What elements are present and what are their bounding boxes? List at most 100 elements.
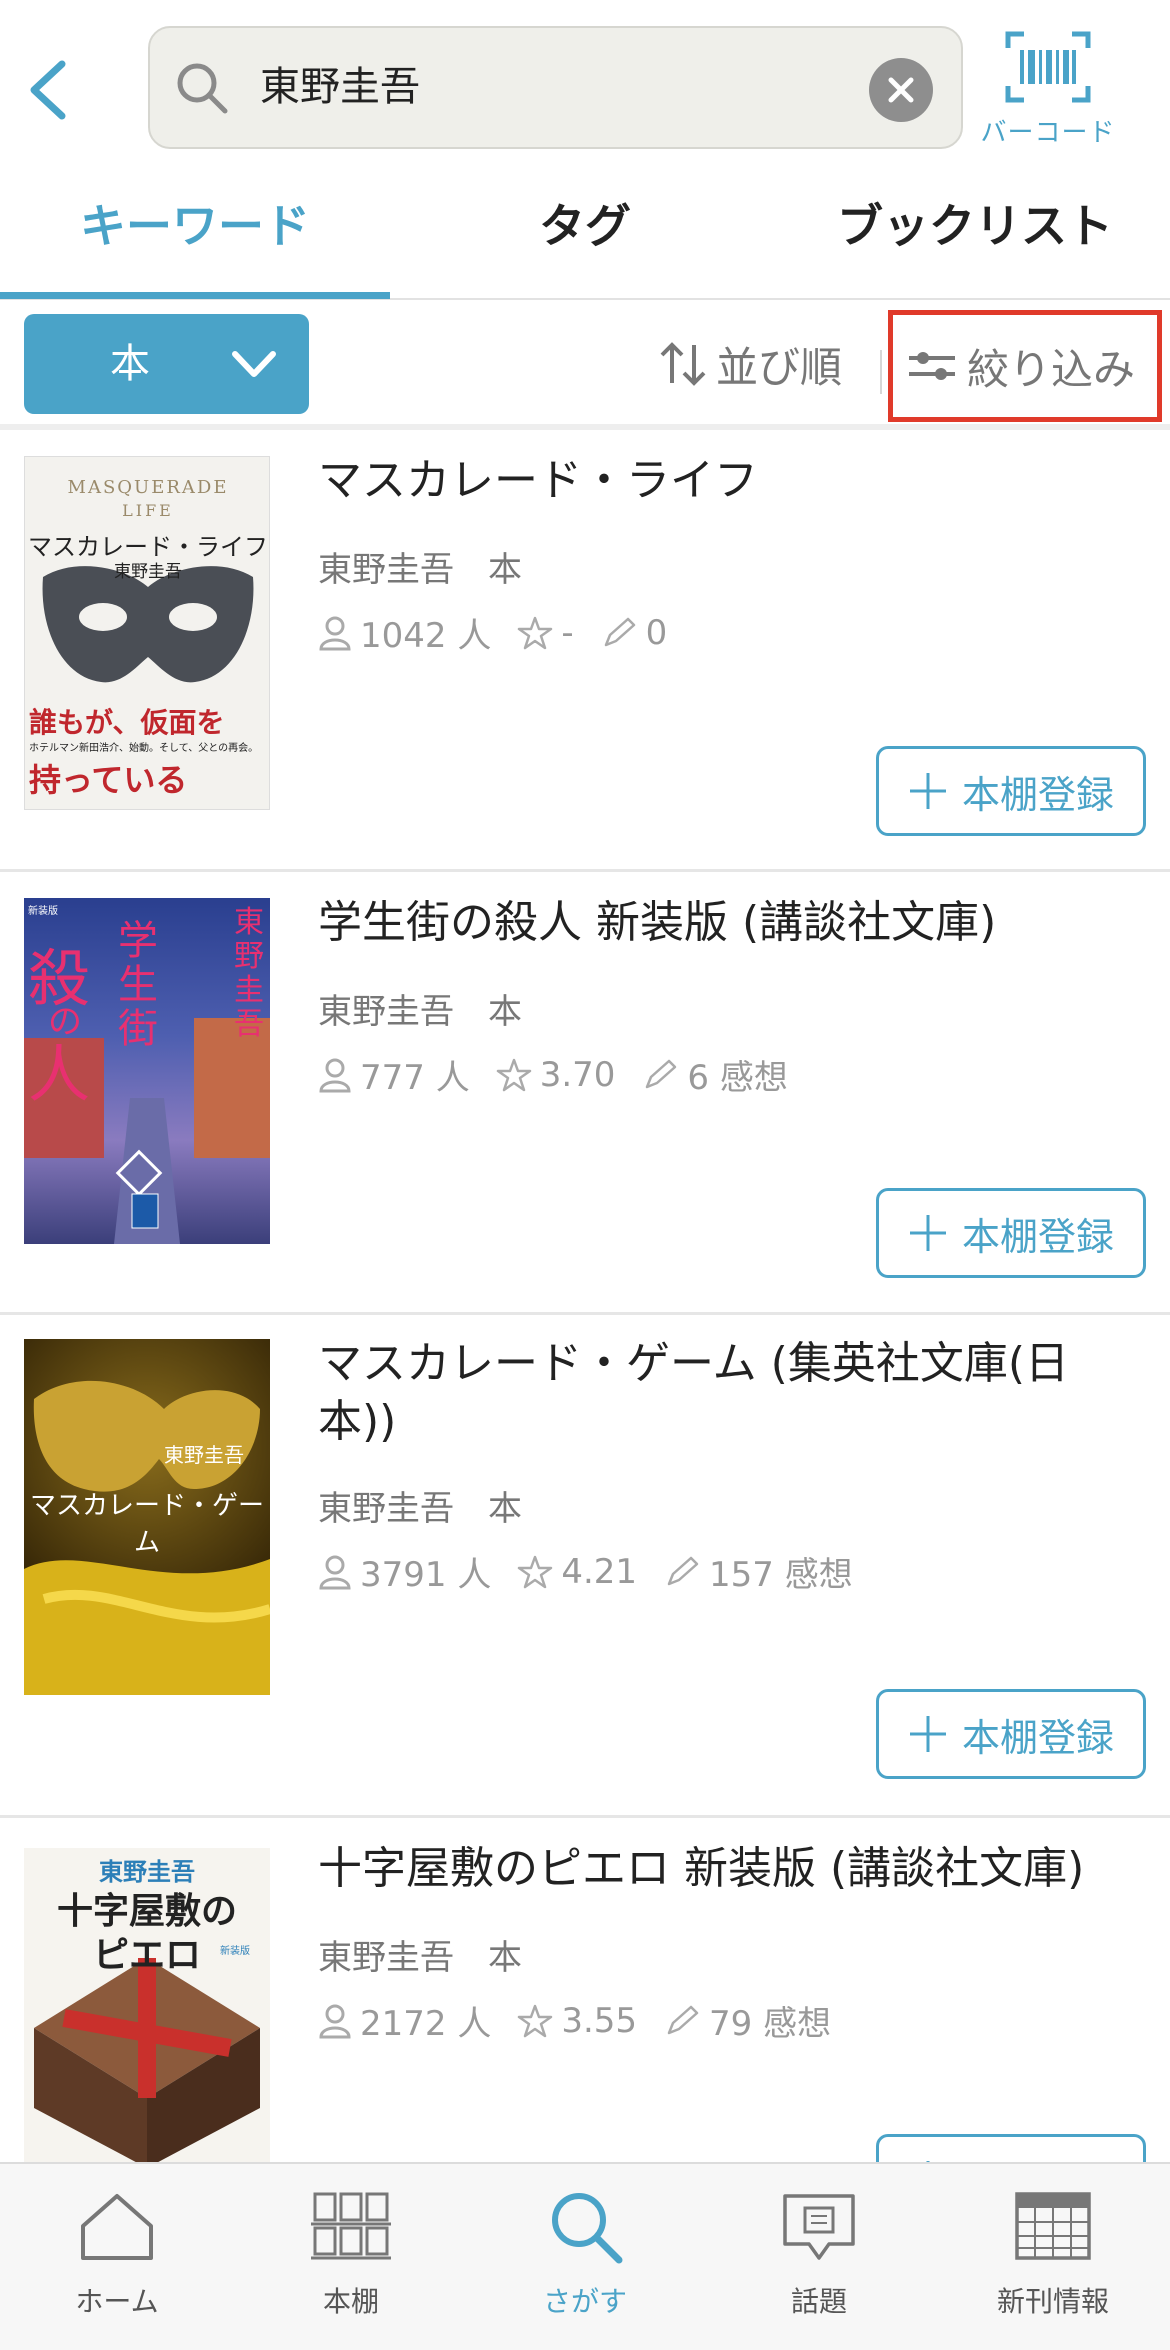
book-cover[interactable]: MASQUERADE LIFE マスカレード・ライフ 東野圭吾 誰もが、仮面を … [24, 456, 270, 810]
user-icon [319, 1058, 351, 1092]
search-field[interactable]: 東野圭吾 [148, 26, 963, 149]
book-cover[interactable]: 東野圭吾 マスカレード・ゲーム [24, 1339, 270, 1695]
add-to-shelf-button[interactable]: 本棚登録 [876, 1188, 1146, 1278]
plus-icon [909, 773, 946, 809]
cover-text: 持っている [29, 761, 188, 799]
plus-icon [909, 1716, 946, 1752]
sort-button[interactable]: 並び順 [658, 314, 878, 414]
list-item[interactable]: 新装版 学 生 街 殺 の 人 東野圭吾 学生街の殺人 新装版 (講談社文庫) … [0, 872, 1170, 1315]
add-to-shelf-label: 本棚登録 [961, 1214, 1114, 1259]
book-title[interactable]: マスカレード・ゲーム (集英社文庫(日本)) [318, 1335, 1138, 1451]
book-stats: 1042 人 - 0 [318, 608, 693, 657]
topic-icon [783, 2194, 855, 2260]
sort-icon [660, 342, 706, 386]
list-item[interactable]: 東野圭吾 マスカレード・ゲーム マスカレード・ゲーム (集英社文庫(日本)) 東… [0, 1315, 1170, 1818]
header: 東野圭吾 バーコード [0, 0, 1170, 170]
star-icon [518, 1555, 553, 1588]
book-author: 東野圭吾 本 [318, 984, 522, 1033]
reviews-count: 6 感想 [687, 1058, 788, 1098]
add-to-shelf-button[interactable]: 本棚登録 [876, 746, 1146, 836]
readers-count: 1042 人 [360, 616, 492, 656]
barcode-button[interactable]: バーコード [978, 28, 1118, 148]
cover-text: 街 [118, 1006, 158, 1052]
results-list: MASQUERADE LIFE マスカレード・ライフ 東野圭吾 誰もが、仮面を … [0, 430, 1170, 2162]
chevron-down-icon [232, 351, 276, 377]
cover-text: 人 [28, 1038, 91, 1111]
type-dropdown[interactable]: 本 [24, 314, 309, 414]
book-type: 本 [488, 1938, 522, 1978]
reviews-count: 79 感想 [709, 2004, 832, 2044]
star-icon [496, 1058, 531, 1091]
nav-home-label: ホーム [75, 2285, 159, 2318]
cover-text: マスカレード・ゲーム [29, 1491, 264, 1558]
search-input[interactable]: 東野圭吾 [260, 28, 420, 147]
tab-keyword[interactable]: キーワード [0, 170, 390, 298]
nav-new-releases[interactable]: 新刊情報 [936, 2164, 1170, 2350]
bottom-navigation: ホーム 本棚 さがす 話題 新刊情報 [0, 2162, 1170, 2350]
cover-text: LIFE [122, 501, 174, 520]
rating: 3.70 [539, 1054, 616, 1095]
book-stats: 2172 人 3.55 79 感想 [318, 1996, 857, 2045]
filter-button[interactable]: 絞り込み [888, 310, 1162, 422]
tab-tag[interactable]: タグ [390, 170, 780, 298]
cover-text: MASQUERADE [67, 477, 229, 498]
nav-home[interactable]: ホーム [0, 2164, 234, 2350]
cover-text: 新装版 [220, 1946, 250, 1957]
author-name[interactable]: 東野圭吾 [318, 1938, 454, 1978]
home-icon [81, 2194, 153, 2260]
search-tabs: キーワード タグ ブックリスト [0, 170, 1170, 300]
calendar-icon [1015, 2192, 1091, 2260]
nav-bookshelf[interactable]: 本棚 [234, 2164, 468, 2350]
add-to-shelf-button[interactable]: 本棚登録 [876, 1689, 1146, 1779]
clear-button[interactable] [869, 58, 933, 122]
tab-booklist[interactable]: ブックリスト [780, 170, 1170, 298]
rating: - [561, 612, 574, 653]
author-name[interactable]: 東野圭吾 [318, 992, 454, 1032]
pencil-icon [604, 617, 635, 646]
pencil-icon [667, 2005, 699, 2034]
book-type: 本 [488, 992, 522, 1032]
add-to-shelf-label: 本棚登録 [961, 1715, 1114, 1760]
cover-text: 東野圭吾 [234, 905, 264, 1042]
sort-label: 並び順 [716, 342, 843, 392]
filter-bar: 本 並び順 絞り込み [0, 300, 1170, 430]
cover-text: 東野圭吾 [114, 562, 182, 582]
list-item[interactable]: MASQUERADE LIFE マスカレード・ライフ 東野圭吾 誰もが、仮面を … [0, 430, 1170, 872]
list-item[interactable]: 東野圭吾 十字屋敷の ピエロ 新装版 十字屋敷のピエロ 新装版 (講談社文庫) … [0, 1818, 1170, 2162]
book-author: 東野圭吾 本 [318, 542, 522, 591]
cover-text: 誰もが、仮面を [29, 706, 225, 739]
author-name[interactable]: 東野圭吾 [318, 550, 454, 590]
nav-topics[interactable]: 話題 [702, 2164, 936, 2350]
add-to-shelf-label: 本棚登録 [962, 2152, 1114, 2163]
rating: 4.21 [561, 1551, 638, 1592]
book-title[interactable]: 十字屋敷のピエロ 新装版 (講談社文庫) [318, 1840, 1138, 1898]
bookshelf-icon [311, 2192, 391, 2260]
book-cover[interactable]: 東野圭吾 十字屋敷の ピエロ 新装版 [24, 1848, 270, 2162]
barcode-icon [1005, 31, 1091, 103]
active-tab-indicator [0, 292, 390, 299]
cover-text: ホテルマン新田浩介、始動。そして、父との再会。 [29, 743, 259, 754]
author-name[interactable]: 東野圭吾 [318, 1489, 454, 1529]
back-button[interactable] [18, 50, 78, 130]
pencil-icon [646, 1059, 677, 1088]
rating: 3.55 [561, 2000, 638, 2041]
readers-count: 777 人 [360, 1058, 470, 1098]
book-cover[interactable]: 新装版 学 生 街 殺 の 人 東野圭吾 [24, 898, 270, 1244]
cover-text: 新装版 [28, 906, 58, 917]
nav-search-label: さがす [542, 2285, 627, 2318]
search-icon [177, 63, 228, 114]
add-to-shelf-button[interactable]: 本棚登録 [876, 2134, 1146, 2162]
readers-count: 3791 人 [360, 1555, 492, 1595]
user-icon [319, 2004, 351, 2038]
readers-count: 2172 人 [360, 2004, 492, 2044]
sliders-icon [909, 352, 955, 380]
filter-label: 絞り込み [967, 344, 1136, 394]
nav-bookshelf-label: 本棚 [322, 2285, 379, 2318]
star-icon [518, 2004, 553, 2037]
book-title[interactable]: 学生街の殺人 新装版 (講談社文庫) [318, 894, 1138, 952]
divider [880, 350, 882, 394]
user-icon [319, 1555, 351, 1589]
star-icon [518, 616, 553, 649]
nav-search[interactable]: さがす [468, 2164, 702, 2350]
book-title[interactable]: マスカレード・ライフ [318, 452, 1138, 510]
